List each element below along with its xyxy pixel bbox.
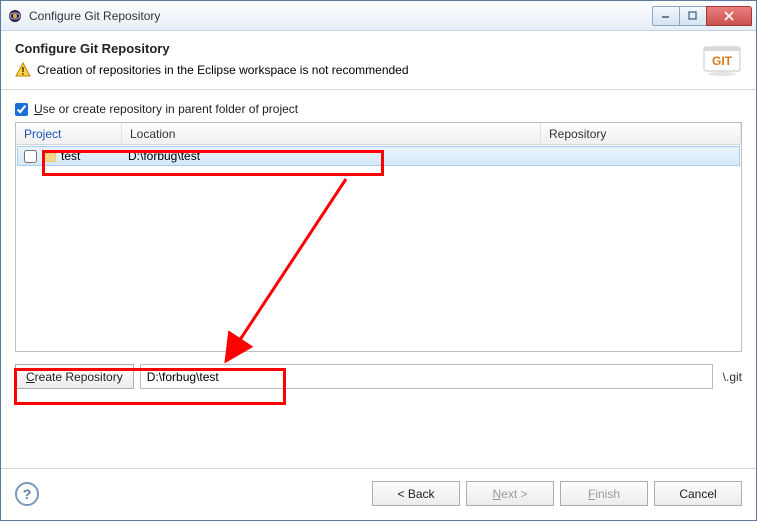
table-header: Project Location Repository bbox=[16, 123, 741, 145]
titlebar[interactable]: Configure Git Repository bbox=[1, 1, 756, 31]
use-parent-option[interactable]: Use or create repository in parent folde… bbox=[15, 102, 742, 116]
dialog-window: Configure Git Repository Configure Git R… bbox=[0, 0, 757, 521]
header-panel: Configure Git Repository Creation of rep… bbox=[1, 31, 756, 90]
project-table: Project Location Repository test D:\forb… bbox=[15, 122, 742, 352]
warning-text: Creation of repositories in the Eclipse … bbox=[37, 63, 409, 77]
git-suffix-label: \.git bbox=[719, 370, 742, 384]
row-project-name: test bbox=[61, 149, 80, 163]
help-button[interactable]: ? bbox=[15, 482, 39, 506]
row-checkbox[interactable] bbox=[24, 150, 37, 163]
git-logo: GIT bbox=[702, 41, 742, 79]
svg-text:GIT: GIT bbox=[712, 54, 733, 68]
footer-panel: ? < Back Next > Finish Cancel bbox=[1, 468, 756, 520]
repository-path-input[interactable] bbox=[140, 364, 713, 389]
minimize-button[interactable] bbox=[652, 6, 680, 26]
close-button[interactable] bbox=[706, 6, 752, 26]
col-project[interactable]: Project bbox=[16, 123, 122, 144]
use-parent-label: Use or create repository in parent folde… bbox=[34, 102, 298, 116]
col-repository[interactable]: Repository bbox=[541, 123, 741, 144]
table-row[interactable]: test D:\forbug\test bbox=[17, 146, 740, 166]
window-title: Configure Git Repository bbox=[29, 9, 653, 23]
next-button[interactable]: Next > bbox=[466, 481, 554, 506]
maximize-button[interactable] bbox=[679, 6, 707, 26]
eclipse-icon bbox=[7, 8, 23, 24]
page-title: Configure Git Repository bbox=[15, 41, 702, 56]
create-repository-button[interactable]: Create Repository bbox=[15, 364, 134, 389]
back-button[interactable]: < Back bbox=[372, 481, 460, 506]
use-parent-checkbox[interactable] bbox=[15, 103, 28, 116]
row-project-cell: test bbox=[18, 149, 122, 163]
body-panel: Use or create repository in parent folde… bbox=[1, 90, 756, 468]
finish-button[interactable]: Finish bbox=[560, 481, 648, 506]
folder-icon bbox=[42, 151, 56, 162]
warning-icon bbox=[15, 62, 31, 78]
window-controls bbox=[653, 6, 752, 26]
col-location[interactable]: Location bbox=[122, 123, 541, 144]
row-location-cell: D:\forbug\test bbox=[122, 149, 541, 163]
create-repo-row: Create Repository \.git bbox=[15, 364, 742, 389]
cancel-button[interactable]: Cancel bbox=[654, 481, 742, 506]
